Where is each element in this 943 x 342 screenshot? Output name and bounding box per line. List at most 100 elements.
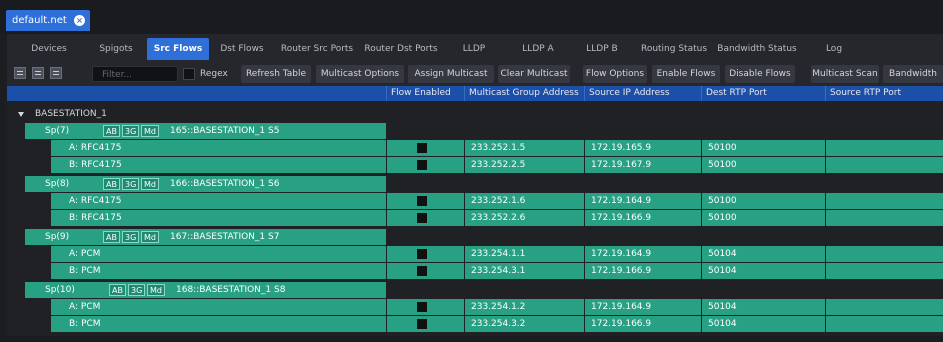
source-port-cell xyxy=(825,263,943,279)
filter-input[interactable]: Filter... xyxy=(92,66,178,82)
collapse-icon[interactable] xyxy=(32,67,44,79)
close-icon[interactable]: × xyxy=(74,15,85,26)
collapse-all-icon[interactable] xyxy=(50,67,62,79)
enable-flows-button[interactable]: Enable Flows xyxy=(652,65,720,83)
table-row[interactable]: A: PCM 233.254.1.2 172.19.164.9 50104 xyxy=(7,299,943,315)
header-source-ip[interactable]: Source IP Address xyxy=(584,86,701,101)
multicast-scan-button[interactable]: Multicast Scan xyxy=(811,65,879,83)
dest-port-cell: 50100 xyxy=(701,140,825,156)
flow-enabled-cell xyxy=(386,140,464,156)
table-header: Flow Enabled Multicast Group Address Sou… xyxy=(7,86,943,101)
table-row[interactable]: B: RFC4175 233.252.2.6 172.19.166.9 5010… xyxy=(7,210,943,226)
tab-lldp[interactable]: LLDP xyxy=(443,38,505,60)
multicast-options-button[interactable]: Multicast Options xyxy=(316,65,404,83)
multicast-cell: 233.252.1.5 xyxy=(464,140,584,156)
table-row[interactable]: B: PCM 233.254.3.1 172.19.166.9 50104 xyxy=(7,263,943,279)
spigot-group[interactable]: Sp(10) AB 3G Md 168::BASESTATION_1 S8 xyxy=(25,282,386,298)
table-row[interactable]: A: RFC4175 233.252.1.5 172.19.165.9 5010… xyxy=(7,140,943,156)
flow-enabled-checkbox[interactable] xyxy=(417,302,427,312)
flow-enabled-checkbox[interactable] xyxy=(417,266,427,276)
dest-port-cell: 50100 xyxy=(701,210,825,226)
flow-enabled-checkbox[interactable] xyxy=(417,196,427,206)
multicast-cell: 233.254.1.2 xyxy=(464,299,584,315)
chip-ab: AB xyxy=(103,125,120,137)
tab-bandwidth-status[interactable]: Bandwidth Status xyxy=(713,38,801,60)
spigot-label: Sp(7) xyxy=(45,126,70,136)
multicast-cell: 233.254.3.1 xyxy=(464,263,584,279)
window-title-bar: default.net × xyxy=(0,0,943,34)
header-dest-rtp-port[interactable]: Dest RTP Port xyxy=(701,86,825,101)
source-ip-cell: 172.19.165.9 xyxy=(584,140,701,156)
flow-enabled-cell xyxy=(386,316,464,332)
flow-label: B: PCM xyxy=(69,266,101,276)
flow-options-button[interactable]: Flow Options xyxy=(583,65,647,83)
flow-enabled-checkbox[interactable] xyxy=(417,160,427,170)
refresh-table-button[interactable]: Refresh Table xyxy=(241,65,311,83)
spigot-row[interactable]: Sp(10) AB 3G Md 168::BASESTATION_1 S8 xyxy=(7,282,943,298)
chip-ab: AB xyxy=(103,178,120,190)
spigot-group[interactable]: Sp(9) AB 3G Md 167::BASESTATION_1 S7 xyxy=(25,229,386,245)
toolbar: Filter... Regex Refresh Table Multicast … xyxy=(7,63,943,85)
tab-dst-flows[interactable]: Dst Flows xyxy=(211,38,273,60)
chip-3g: 3G xyxy=(128,284,146,296)
flow-label: A: RFC4175 xyxy=(69,196,122,206)
document-tab-label: default.net xyxy=(12,15,67,26)
table-row[interactable]: A: RFC4175 233.252.1.6 172.19.164.9 5010… xyxy=(7,193,943,209)
tab-log[interactable]: Log xyxy=(803,38,865,60)
spigot-row[interactable]: Sp(8) AB 3G Md 166::BASESTATION_1 S6 xyxy=(7,176,943,192)
chip-3g: 3G xyxy=(122,231,140,243)
source-ip-cell: 172.19.164.9 xyxy=(584,193,701,209)
multicast-cell: 233.252.2.6 xyxy=(464,210,584,226)
flow-label-cell: A: PCM xyxy=(51,299,386,315)
flow-enabled-checkbox[interactable] xyxy=(417,319,427,329)
tab-spigots[interactable]: Spigots xyxy=(85,38,147,60)
regex-label: Regex xyxy=(200,69,228,79)
flow-enabled-cell xyxy=(386,246,464,262)
dest-port-cell: 50104 xyxy=(701,316,825,332)
flow-enabled-checkbox[interactable] xyxy=(417,143,427,153)
tab-router-dst-ports[interactable]: Router Dst Ports xyxy=(359,38,443,60)
dest-port-cell: 50100 xyxy=(701,193,825,209)
main-panel: Devices Spigots Src Flows Dst Flows Rout… xyxy=(7,34,943,336)
source-ip-cell: 172.19.164.9 xyxy=(584,246,701,262)
header-multicast-group[interactable]: Multicast Group Address xyxy=(464,86,584,101)
header-flow-enabled[interactable]: Flow Enabled xyxy=(386,86,464,101)
multicast-cell: 233.252.1.6 xyxy=(464,193,584,209)
header-source-rtp-port[interactable]: Source RTP Port xyxy=(825,86,943,101)
clear-multicast-button[interactable]: Clear Multicast xyxy=(498,65,570,83)
assign-multicast-button[interactable]: Assign Multicast xyxy=(408,65,494,83)
table-row[interactable]: B: PCM 233.254.3.2 172.19.166.9 50104 xyxy=(7,316,943,332)
tab-lldp-a[interactable]: LLDP A xyxy=(507,38,569,60)
bandwidth-button[interactable]: Bandwidth xyxy=(883,65,943,83)
expand-arrow-icon[interactable] xyxy=(18,112,24,117)
flow-enabled-checkbox[interactable] xyxy=(417,213,427,223)
spigot-group[interactable]: Sp(7) AB 3G Md 165::BASESTATION_1 S5 xyxy=(25,123,386,139)
source-ip-cell: 172.19.164.9 xyxy=(584,299,701,315)
source-port-cell xyxy=(825,193,943,209)
tab-src-flows[interactable]: Src Flows xyxy=(147,38,209,60)
tab-router-src-ports[interactable]: Router Src Ports xyxy=(275,38,359,60)
tab-lldp-b[interactable]: LLDP B xyxy=(571,38,633,60)
flow-enabled-cell xyxy=(386,299,464,315)
flow-label-cell: A: RFC4175 xyxy=(51,193,386,209)
spigot-row[interactable]: Sp(9) AB 3G Md 167::BASESTATION_1 S7 xyxy=(7,229,943,245)
spigot-row[interactable]: Sp(7) AB 3G Md 165::BASESTATION_1 S5 xyxy=(7,123,943,139)
header-tree xyxy=(7,86,386,101)
chip-md: Md xyxy=(141,178,159,190)
tree-root-row[interactable]: BASESTATION_1 xyxy=(7,106,943,122)
tab-routing-status[interactable]: Routing Status xyxy=(637,38,711,60)
regex-checkbox[interactable] xyxy=(183,68,195,80)
disable-flows-button[interactable]: Disable Flows xyxy=(725,65,795,83)
tab-devices[interactable]: Devices xyxy=(13,38,85,60)
root-label: BASESTATION_1 xyxy=(35,109,107,119)
expand-all-icon[interactable] xyxy=(14,67,26,79)
chip-md: Md xyxy=(141,231,159,243)
flow-enabled-cell xyxy=(386,157,464,173)
table-row[interactable]: A: PCM 233.254.1.1 172.19.164.9 50104 xyxy=(7,246,943,262)
table-row[interactable]: B: RFC4175 233.252.2.5 172.19.167.9 5010… xyxy=(7,157,943,173)
spigot-group[interactable]: Sp(8) AB 3G Md 166::BASESTATION_1 S6 xyxy=(25,176,386,192)
flows-table: Flow Enabled Multicast Group Address Sou… xyxy=(7,86,943,336)
flow-label-cell: A: RFC4175 xyxy=(51,140,386,156)
flow-enabled-checkbox[interactable] xyxy=(417,249,427,259)
document-tab[interactable]: default.net × xyxy=(6,10,90,31)
